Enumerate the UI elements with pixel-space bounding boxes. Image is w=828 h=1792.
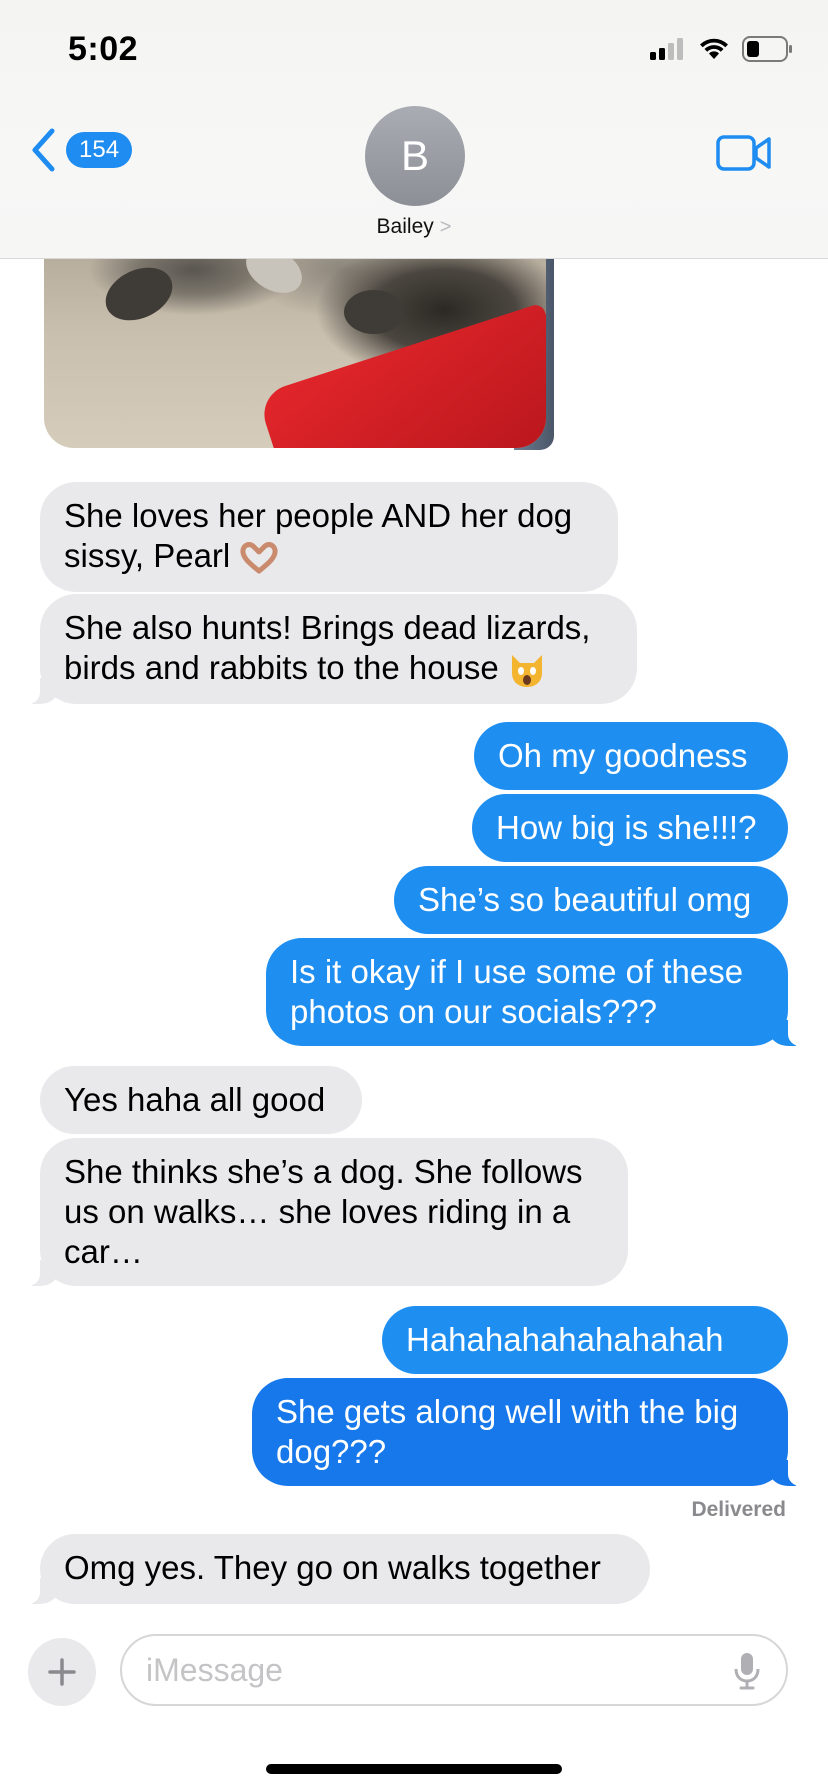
home-indicator[interactable] <box>266 1764 562 1774</box>
status-time: 5:02 <box>68 30 139 68</box>
unread-count-badge: 154 <box>66 132 133 168</box>
chevron-right-icon: > <box>439 216 452 238</box>
contact-name: Bailey <box>376 215 434 238</box>
message-outgoing[interactable]: How big is she!!!? <box>472 794 788 862</box>
message-text: Hahahahahahahahah <box>406 1321 724 1358</box>
message-text: She’s so beautiful omg <box>418 881 752 918</box>
message-outgoing[interactable]: Hahahahahahahahah <box>382 1306 788 1374</box>
message-text: Omg yes. They go on walks together <box>64 1549 601 1586</box>
chevron-left-icon <box>32 128 55 172</box>
video-camera-icon <box>716 135 771 171</box>
battery-icon <box>742 36 792 62</box>
apps-plus-button[interactable] <box>28 1638 96 1706</box>
message-text: Oh my goodness <box>498 737 748 774</box>
contact-name-button[interactable]: Bailey > <box>0 215 828 239</box>
message-outgoing[interactable]: She gets along well with the big dog??? <box>252 1378 808 1486</box>
message-incoming[interactable]: She thinks she’s a dog. She follows us o… <box>20 1138 628 1286</box>
message-incoming[interactable]: She loves her people AND her dog sissy, … <box>40 482 618 592</box>
microphone-icon <box>734 1653 760 1690</box>
message-incoming[interactable]: Omg yes. They go on walks together <box>20 1534 650 1604</box>
plus-icon <box>48 1658 76 1686</box>
input-placeholder: iMessage <box>146 1652 283 1688</box>
cellular-signal-icon <box>650 38 683 60</box>
message-outgoing[interactable]: Is it okay if I use some of these photos… <box>266 938 808 1046</box>
imessage-input[interactable]: iMessage <box>120 1634 788 1706</box>
message-text: She thinks she’s a dog. She follows us o… <box>64 1153 583 1270</box>
conversation-header: 5:02 154 B Bailey > <box>0 0 828 259</box>
facetime-video-button[interactable] <box>716 134 772 177</box>
contact-avatar[interactable]: B <box>365 106 465 206</box>
message-incoming[interactable]: She also hunts! Brings dead lizards, bir… <box>20 594 637 704</box>
message-outgoing[interactable]: She’s so beautiful omg <box>394 866 788 934</box>
message-incoming[interactable]: Yes haha all good <box>40 1066 362 1134</box>
dictation-button[interactable] <box>734 1652 760 1695</box>
delivered-status: Delivered <box>691 1498 786 1521</box>
message-text: She loves her people AND her dog sissy, … <box>64 497 573 574</box>
status-icons <box>650 34 794 64</box>
screaming-cat-emoji-icon <box>511 655 542 688</box>
heart-hands-emoji-icon <box>240 542 278 574</box>
message-text: She gets along well with the big dog??? <box>276 1393 739 1470</box>
red-blanket <box>256 302 546 448</box>
message-outgoing[interactable]: Oh my goodness <box>474 722 788 790</box>
message-text: How big is she!!!? <box>496 809 757 846</box>
wifi-icon <box>700 38 728 59</box>
message-text: Is it okay if I use some of these photos… <box>290 953 744 1030</box>
back-button[interactable]: 154 <box>30 128 133 172</box>
message-text: Yes haha all good <box>64 1081 326 1118</box>
